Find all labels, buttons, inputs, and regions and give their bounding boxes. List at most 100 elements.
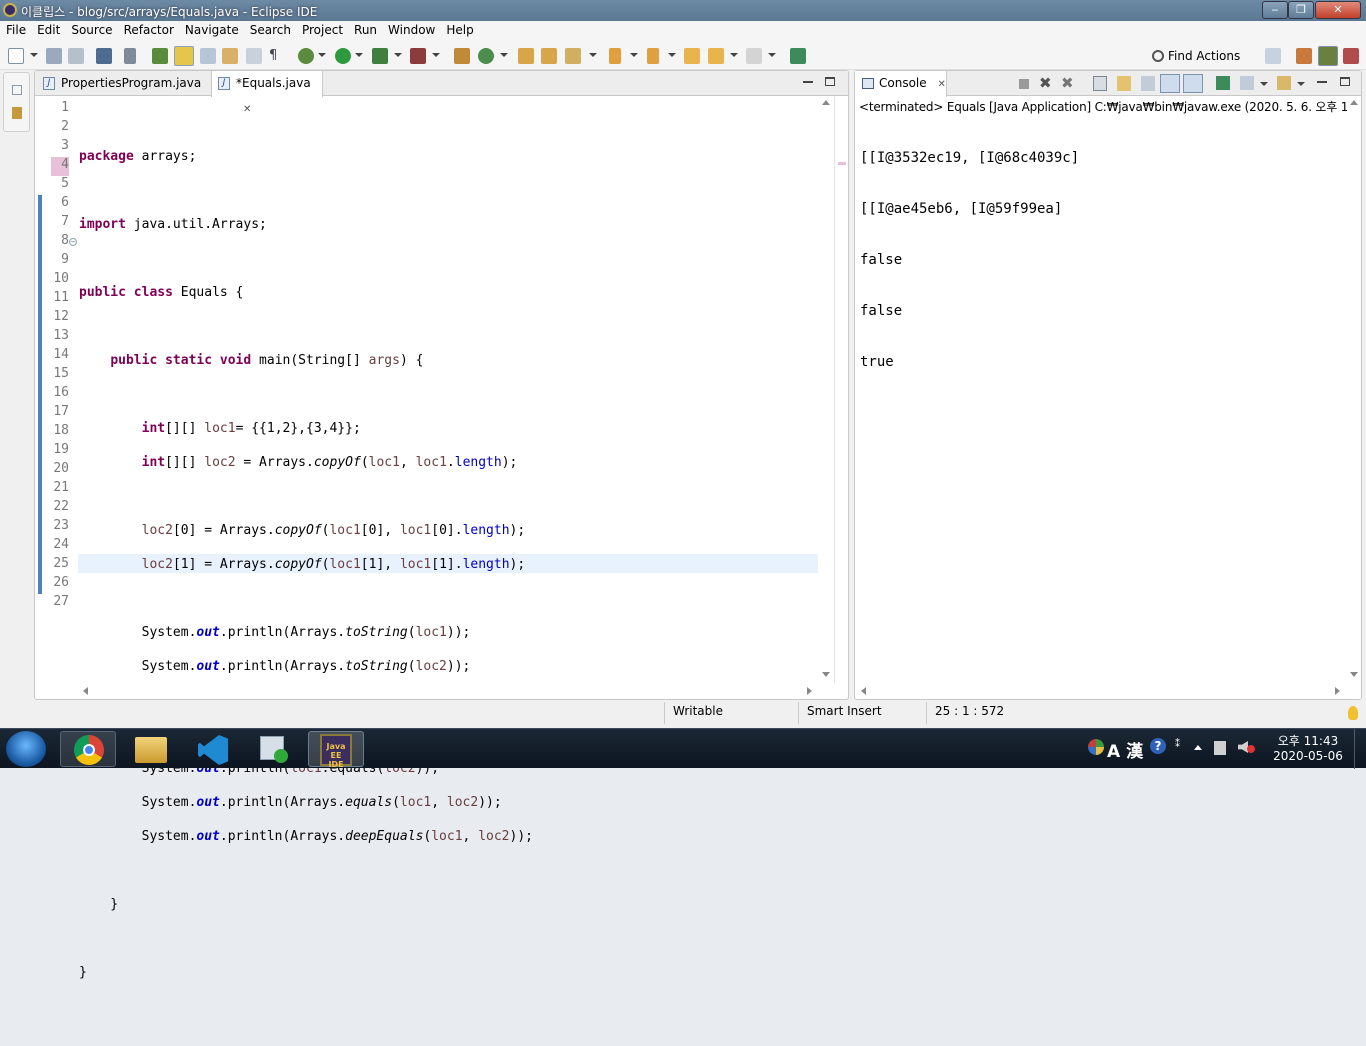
menu-source[interactable]: Source xyxy=(65,21,117,37)
run-icon[interactable] xyxy=(335,48,351,64)
find-actions-button[interactable]: Find Actions xyxy=(1152,47,1240,65)
new-icon[interactable] xyxy=(8,48,24,64)
start-button[interactable] xyxy=(6,731,46,767)
pin-console-icon[interactable] xyxy=(1216,76,1230,90)
next-annotation-icon[interactable] xyxy=(246,48,262,64)
show-on-stdout-icon[interactable] xyxy=(1160,74,1180,93)
toggle-breadcrumb-icon[interactable] xyxy=(124,48,136,64)
vertical-scrollbar[interactable] xyxy=(819,96,833,683)
open-console-dropdown-icon[interactable] xyxy=(1297,82,1305,86)
back-icon[interactable] xyxy=(708,48,724,64)
search-dropdown-icon[interactable] xyxy=(589,53,597,57)
coverage-dropdown-icon[interactable] xyxy=(394,53,402,57)
tip-lightbulb-icon[interactable] xyxy=(1348,706,1358,720)
forward-icon[interactable] xyxy=(746,48,762,64)
back-dropdown-icon[interactable] xyxy=(730,53,738,57)
tab-equals[interactable]: J *Equals.java ✕ xyxy=(211,71,323,115)
console-output[interactable]: [[I@3532ec19, [I@68c4039c] [[I@ae45eb6, … xyxy=(860,117,1079,404)
chrome-taskbar-button[interactable] xyxy=(60,731,116,767)
scroll-right-icon[interactable] xyxy=(807,687,812,695)
java-ee-perspective-icon[interactable] xyxy=(1296,48,1312,64)
java-perspective-icon[interactable] xyxy=(1318,46,1338,66)
language-bar-icon[interactable] xyxy=(1088,739,1104,755)
tab-console[interactable]: Console ✕ xyxy=(855,71,947,97)
overview-ruler[interactable] xyxy=(834,96,848,683)
terminate-icon[interactable] xyxy=(1019,79,1029,89)
minimize-button[interactable]: ‒ xyxy=(1262,1,1288,19)
ime-options-icon[interactable]: ⁑ xyxy=(1175,739,1180,750)
search-icon[interactable] xyxy=(565,48,581,64)
new-java-class-icon[interactable] xyxy=(478,48,494,64)
forward-dropdown-icon[interactable] xyxy=(768,53,776,57)
system-clock[interactable]: 오후 11:43 2020-05-06 xyxy=(1266,734,1350,764)
open-folder-icon[interactable] xyxy=(518,48,534,64)
open-file-icon[interactable] xyxy=(541,48,557,64)
print-icon[interactable] xyxy=(96,48,112,64)
previous-annotation-icon[interactable] xyxy=(647,48,659,64)
open-task-list-icon[interactable] xyxy=(222,48,238,64)
last-edit-icon[interactable] xyxy=(684,48,700,64)
external-tools-icon[interactable] xyxy=(410,48,426,64)
status-cursor-position[interactable]: 25 : 1 : 572 xyxy=(935,704,1004,718)
show-hidden-icons-icon[interactable] xyxy=(1194,745,1202,750)
open-console-icon[interactable] xyxy=(1277,76,1291,90)
scroll-right-icon[interactable] xyxy=(1335,687,1340,695)
display-selected-console-icon[interactable] xyxy=(1240,76,1254,90)
show-desktop-button[interactable] xyxy=(1354,729,1366,769)
save-icon[interactable] xyxy=(46,48,62,64)
new-dropdown-icon[interactable] xyxy=(30,53,38,57)
menu-project[interactable]: Project xyxy=(296,21,348,37)
open-type-icon[interactable] xyxy=(152,48,168,64)
debug-dropdown-icon[interactable] xyxy=(318,53,326,57)
overview-marker[interactable] xyxy=(838,162,846,165)
close-tab-icon[interactable]: ✕ xyxy=(937,79,945,90)
console-vertical-scrollbar[interactable] xyxy=(1347,96,1361,683)
maximize-view-icon[interactable] xyxy=(1340,77,1350,86)
explorer-taskbar-button[interactable] xyxy=(122,731,178,767)
scroll-left-icon[interactable] xyxy=(83,687,88,695)
new-java-project-icon[interactable] xyxy=(454,48,470,64)
next-annotation-dropdown-icon[interactable] xyxy=(630,53,638,57)
status-insert-mode[interactable]: Smart Insert xyxy=(807,704,882,718)
menu-window[interactable]: Window xyxy=(382,21,440,37)
help-icon[interactable]: ? xyxy=(1150,738,1166,754)
maximize-button[interactable]: ❐ xyxy=(1288,1,1314,19)
network-icon[interactable] xyxy=(1214,741,1226,755)
horizontal-scrollbar[interactable] xyxy=(77,683,819,698)
scroll-down-icon[interactable] xyxy=(1350,672,1358,677)
maximize-view-icon[interactable] xyxy=(825,77,835,86)
remove-launch-icon[interactable]: ✖ xyxy=(1039,74,1052,92)
code-editor[interactable]: package arrays; import java.util.Arrays;… xyxy=(79,98,819,1046)
scroll-up-icon[interactable] xyxy=(1350,100,1358,105)
menu-edit[interactable]: Edit xyxy=(31,21,65,37)
eclipse-taskbar-button[interactable]: Java EE IDE xyxy=(308,731,364,769)
tab-properties-program[interactable]: J PropertiesProgram.java xyxy=(37,71,209,96)
word-wrap-icon[interactable] xyxy=(1141,76,1155,91)
toggle-mark-occurrences-icon[interactable] xyxy=(174,46,194,66)
remove-all-terminated-icon[interactable]: ✖ xyxy=(1061,74,1074,92)
menu-search[interactable]: Search xyxy=(244,21,296,37)
debug-perspective-icon[interactable] xyxy=(1343,48,1359,64)
media-taskbar-button[interactable] xyxy=(246,731,302,767)
pin-editor-icon[interactable] xyxy=(790,48,806,64)
vscode-taskbar-button[interactable] xyxy=(184,731,240,767)
minimize-view-icon[interactable] xyxy=(803,81,813,83)
save-all-icon[interactable] xyxy=(68,48,84,64)
console-horizontal-scrollbar[interactable] xyxy=(855,683,1347,698)
toggle-block-selection-icon[interactable] xyxy=(200,48,216,64)
new-class-dropdown-icon[interactable] xyxy=(500,53,508,57)
clear-console-icon[interactable] xyxy=(1093,76,1107,91)
external-tools-dropdown-icon[interactable] xyxy=(432,53,440,57)
close-button[interactable]: ✕ xyxy=(1315,1,1361,19)
scroll-lock-icon[interactable] xyxy=(1117,76,1131,91)
run-dropdown-icon[interactable] xyxy=(355,53,363,57)
menu-run[interactable]: Run xyxy=(348,21,382,37)
menu-file[interactable]: File xyxy=(0,21,31,37)
fold-collapse-icon[interactable]: − xyxy=(69,238,77,246)
scroll-up-icon[interactable] xyxy=(822,100,830,105)
show-on-stderr-icon[interactable] xyxy=(1183,74,1203,93)
previous-annotation-dropdown-icon[interactable] xyxy=(668,53,676,57)
open-perspective-icon[interactable] xyxy=(1265,48,1281,64)
package-explorer-icon[interactable] xyxy=(12,107,22,119)
menu-navigate[interactable]: Navigate xyxy=(179,21,244,37)
